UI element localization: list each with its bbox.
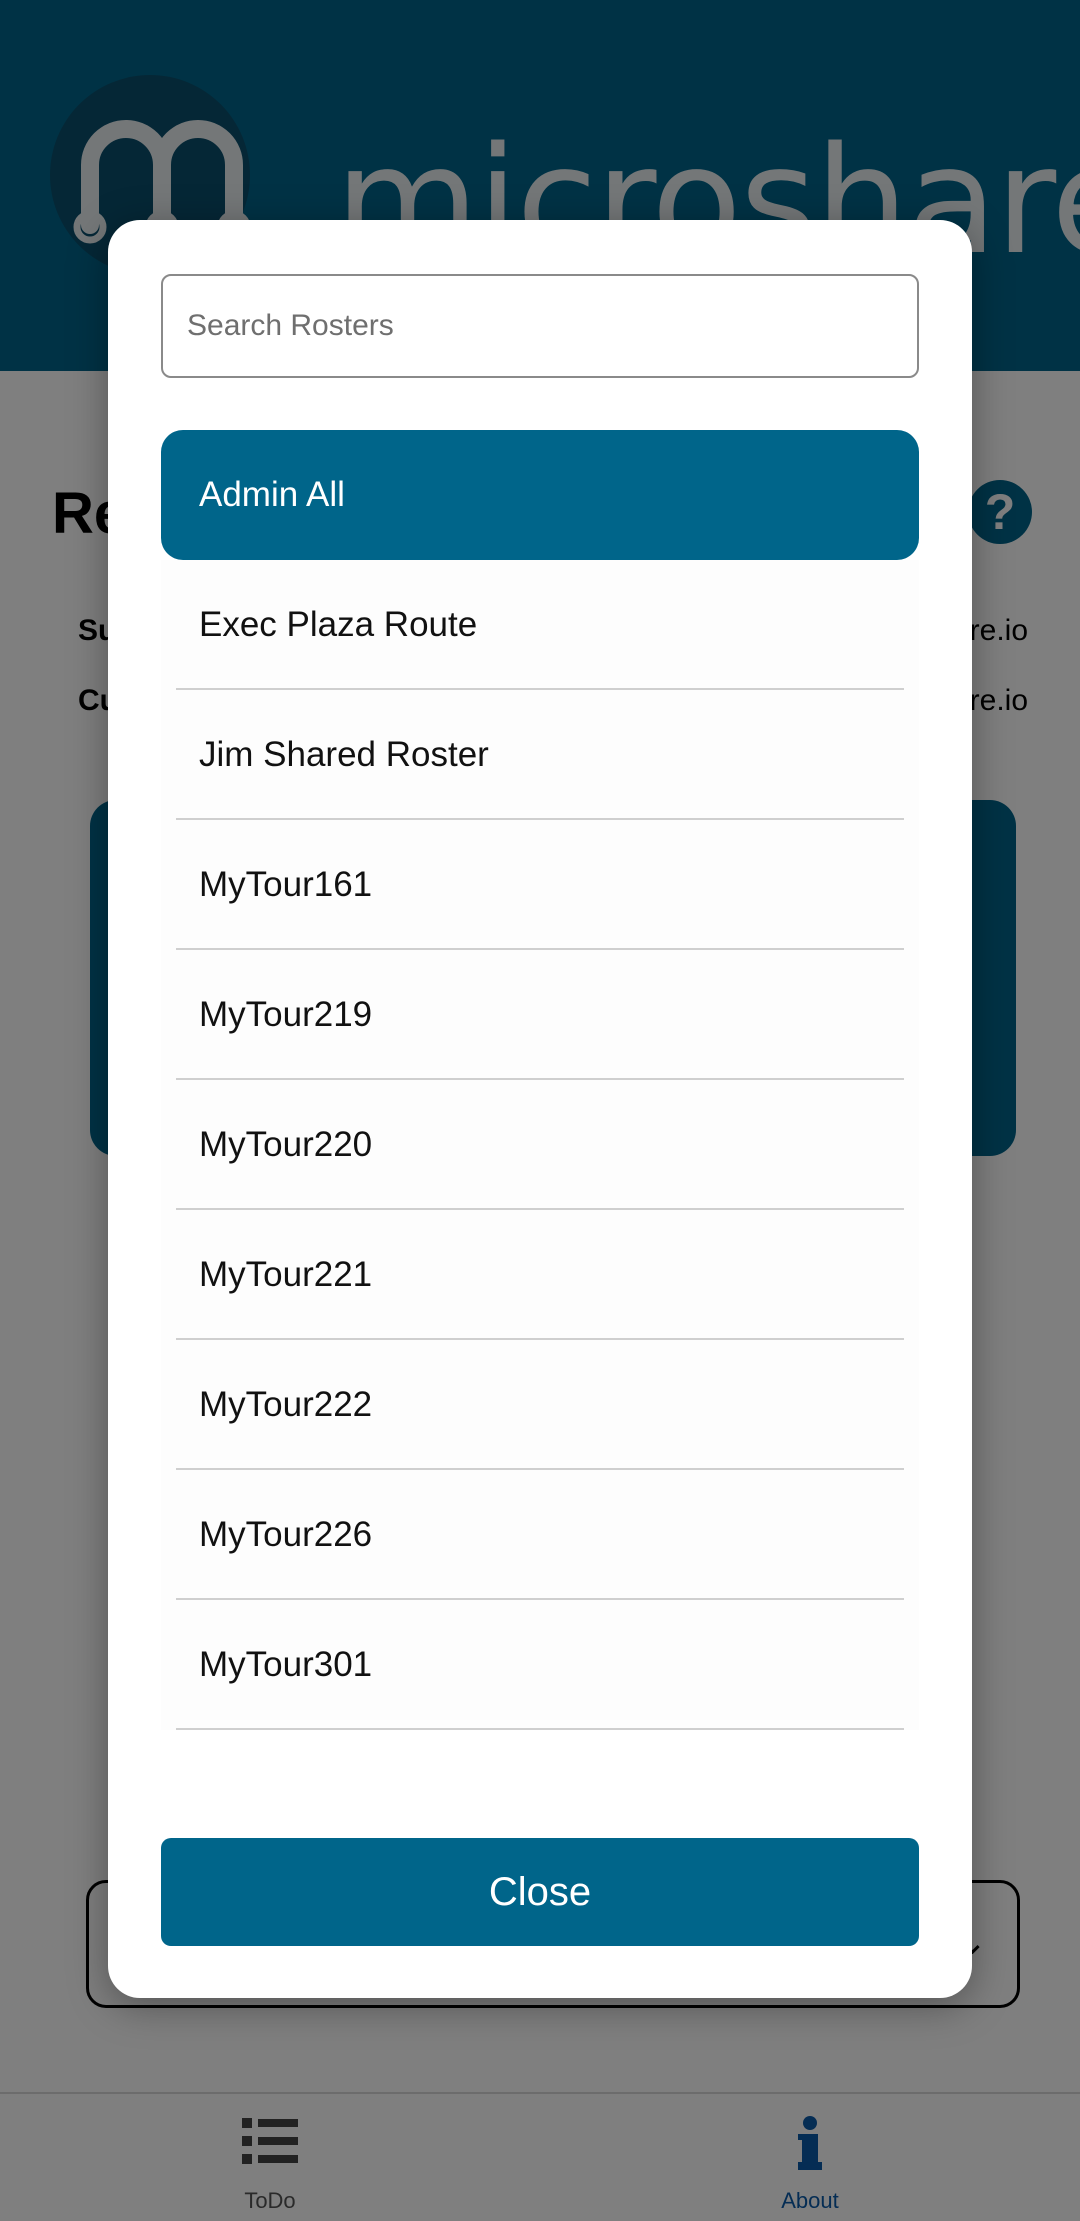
roster-item-label: Admin All xyxy=(199,475,345,514)
roster-list: Admin All Exec Plaza Route Jim Shared Ro… xyxy=(161,430,919,1730)
roster-item-mytour221[interactable]: MyTour221 xyxy=(161,1210,919,1340)
roster-item-admin-all[interactable]: Admin All xyxy=(161,430,919,560)
roster-item-label: MyTour161 xyxy=(199,865,373,904)
roster-item-label: Exec Plaza Route xyxy=(199,605,478,644)
app-screen: microshare ® Re ? Su re.io Cu re.io ⌄ To… xyxy=(0,0,1080,2221)
roster-item-mytour219[interactable]: MyTour219 xyxy=(161,950,919,1080)
roster-item-mytour161[interactable]: MyTour161 xyxy=(161,820,919,950)
roster-item-label: MyTour220 xyxy=(199,1125,373,1164)
roster-picker-dialog: Admin All Exec Plaza Route Jim Shared Ro… xyxy=(108,220,972,1998)
roster-item-label: MyTour221 xyxy=(199,1255,373,1294)
roster-item-exec-plaza-route[interactable]: Exec Plaza Route xyxy=(161,560,919,690)
roster-item-label: MyTour219 xyxy=(199,995,373,1034)
close-button[interactable]: Close xyxy=(161,1838,919,1946)
roster-item-label: MyTour226 xyxy=(199,1515,373,1554)
roster-item-label: Jim Shared Roster xyxy=(199,735,489,774)
roster-item-label: MyTour222 xyxy=(199,1385,373,1424)
divider xyxy=(176,1728,904,1730)
roster-item-mytour301[interactable]: MyTour301 xyxy=(161,1600,919,1730)
roster-item-mytour220[interactable]: MyTour220 xyxy=(161,1080,919,1210)
roster-item-mytour226[interactable]: MyTour226 xyxy=(161,1470,919,1600)
roster-item-mytour222[interactable]: MyTour222 xyxy=(161,1340,919,1470)
roster-item-label: MyTour301 xyxy=(199,1645,373,1684)
search-rosters-input[interactable] xyxy=(161,274,919,378)
roster-item-jim-shared-roster[interactable]: Jim Shared Roster xyxy=(161,690,919,820)
